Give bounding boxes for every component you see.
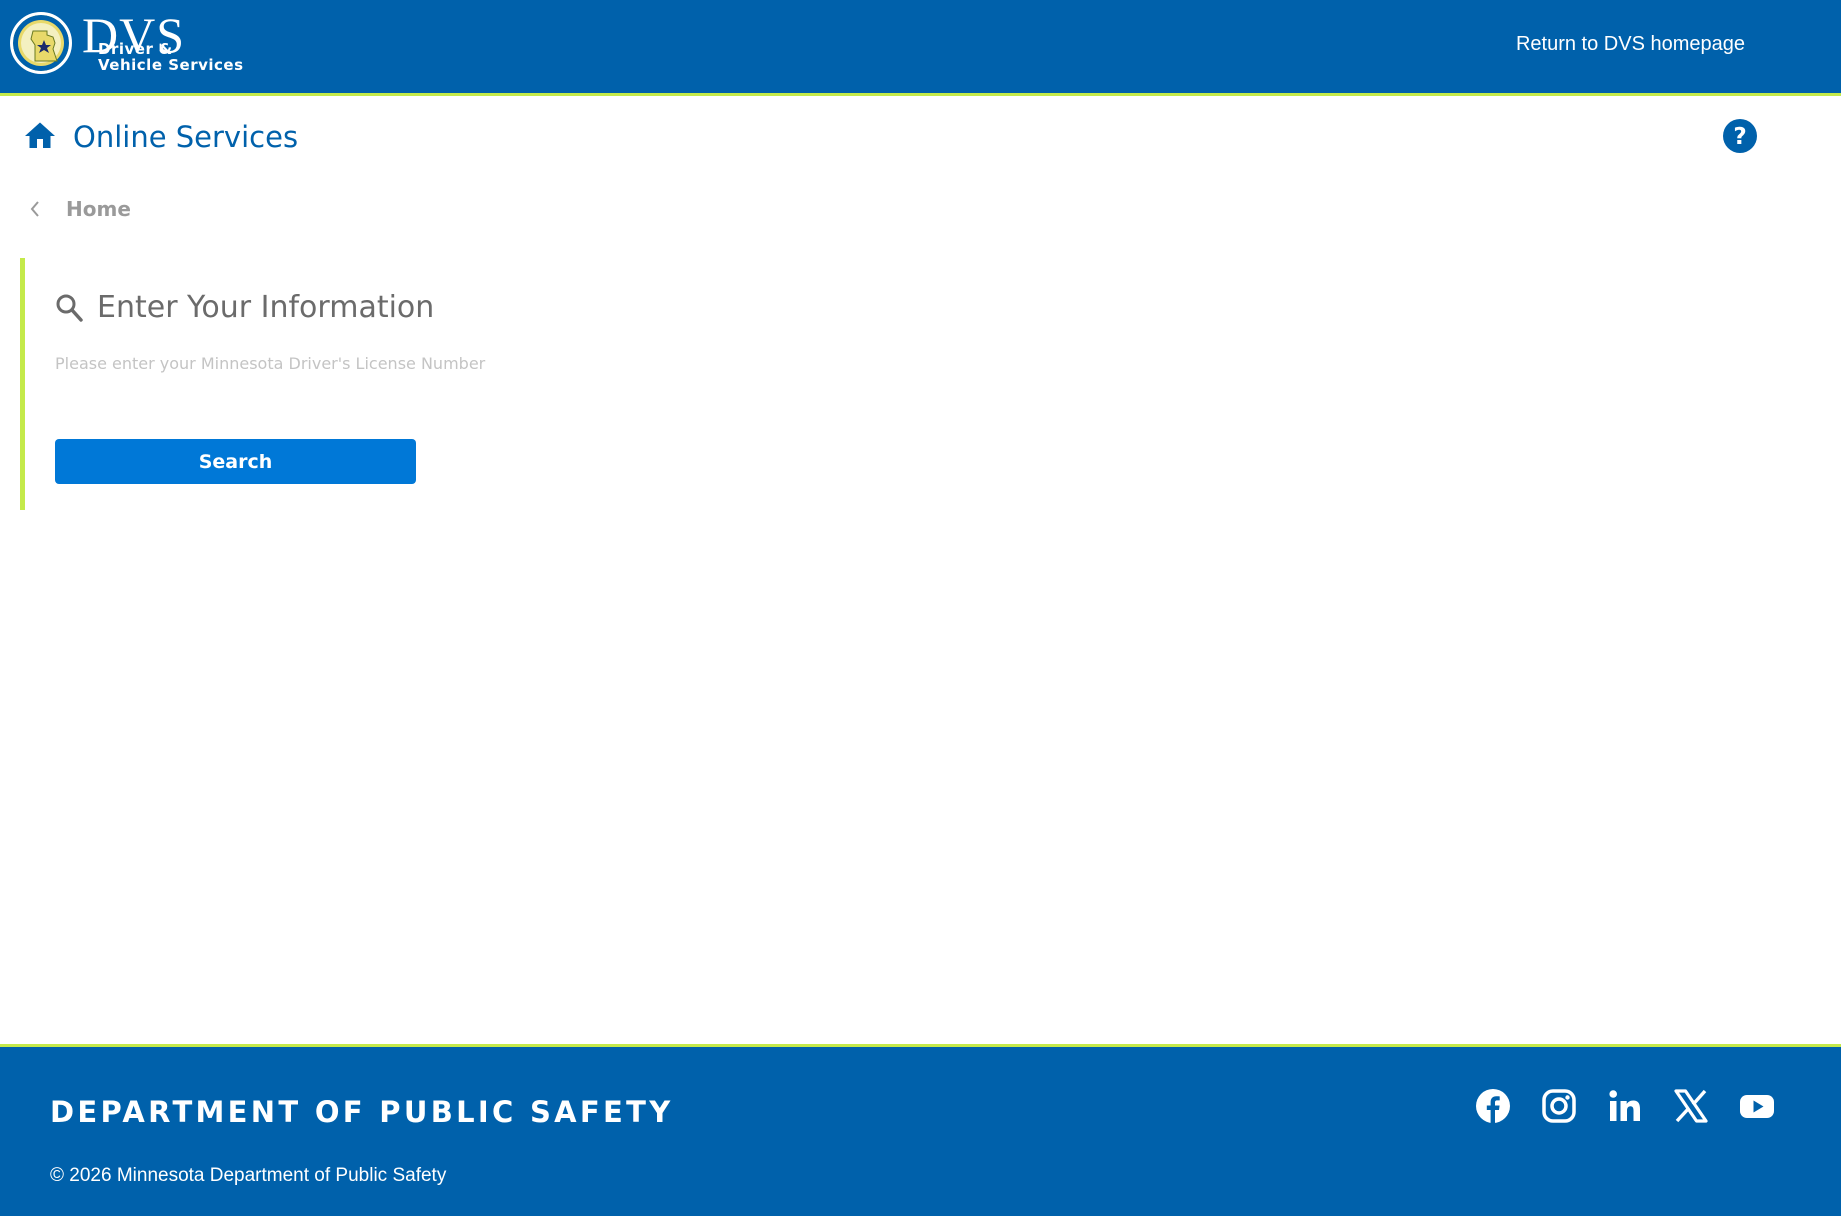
copyright-text: © 2026 Minnesota Department of Public Sa… <box>50 1165 447 1186</box>
breadcrumb-home-link[interactable]: Home <box>66 197 131 221</box>
state-seal-icon <box>10 12 72 74</box>
chevron-left-icon <box>28 199 42 219</box>
x-icon[interactable] <box>1673 1088 1709 1124</box>
home-icon[interactable] <box>22 118 58 154</box>
social-links <box>1475 1088 1775 1124</box>
card-header: Enter Your Information <box>55 290 434 325</box>
linkedin-icon[interactable] <box>1607 1088 1643 1124</box>
svg-text:?: ? <box>1733 124 1746 150</box>
return-homepage-link[interactable]: Return to DVS homepage <box>1516 33 1745 56</box>
license-number-input[interactable] <box>55 346 495 380</box>
dvs-wordmark: DVS Driver & Vehicle Services <box>82 7 267 74</box>
search-icon <box>55 293 83 323</box>
card-title: Enter Your Information <box>97 290 435 325</box>
dvs-logo[interactable]: DVS Driver & Vehicle Services <box>10 7 267 74</box>
footer-brand: DEPARTMENT OF PUBLIC SAFETY <box>50 1095 674 1129</box>
site-footer: DEPARTMENT OF PUBLIC SAFETY © 2026 Minne… <box>0 1044 1841 1216</box>
enter-information-card: Enter Your Information Search <box>20 258 920 510</box>
title-bar: Online Services ? <box>0 99 1841 177</box>
instagram-icon[interactable] <box>1541 1088 1577 1124</box>
site-header: DVS Driver & Vehicle Services Return to … <box>0 0 1841 96</box>
help-icon[interactable]: ? <box>1722 118 1758 154</box>
search-button[interactable]: Search <box>55 439 416 484</box>
breadcrumb[interactable]: Home <box>28 197 131 221</box>
youtube-icon[interactable] <box>1739 1088 1775 1124</box>
facebook-icon[interactable] <box>1475 1088 1511 1124</box>
page-title: Online Services <box>73 120 299 154</box>
logo-line-2: Vehicle Services <box>98 56 244 74</box>
